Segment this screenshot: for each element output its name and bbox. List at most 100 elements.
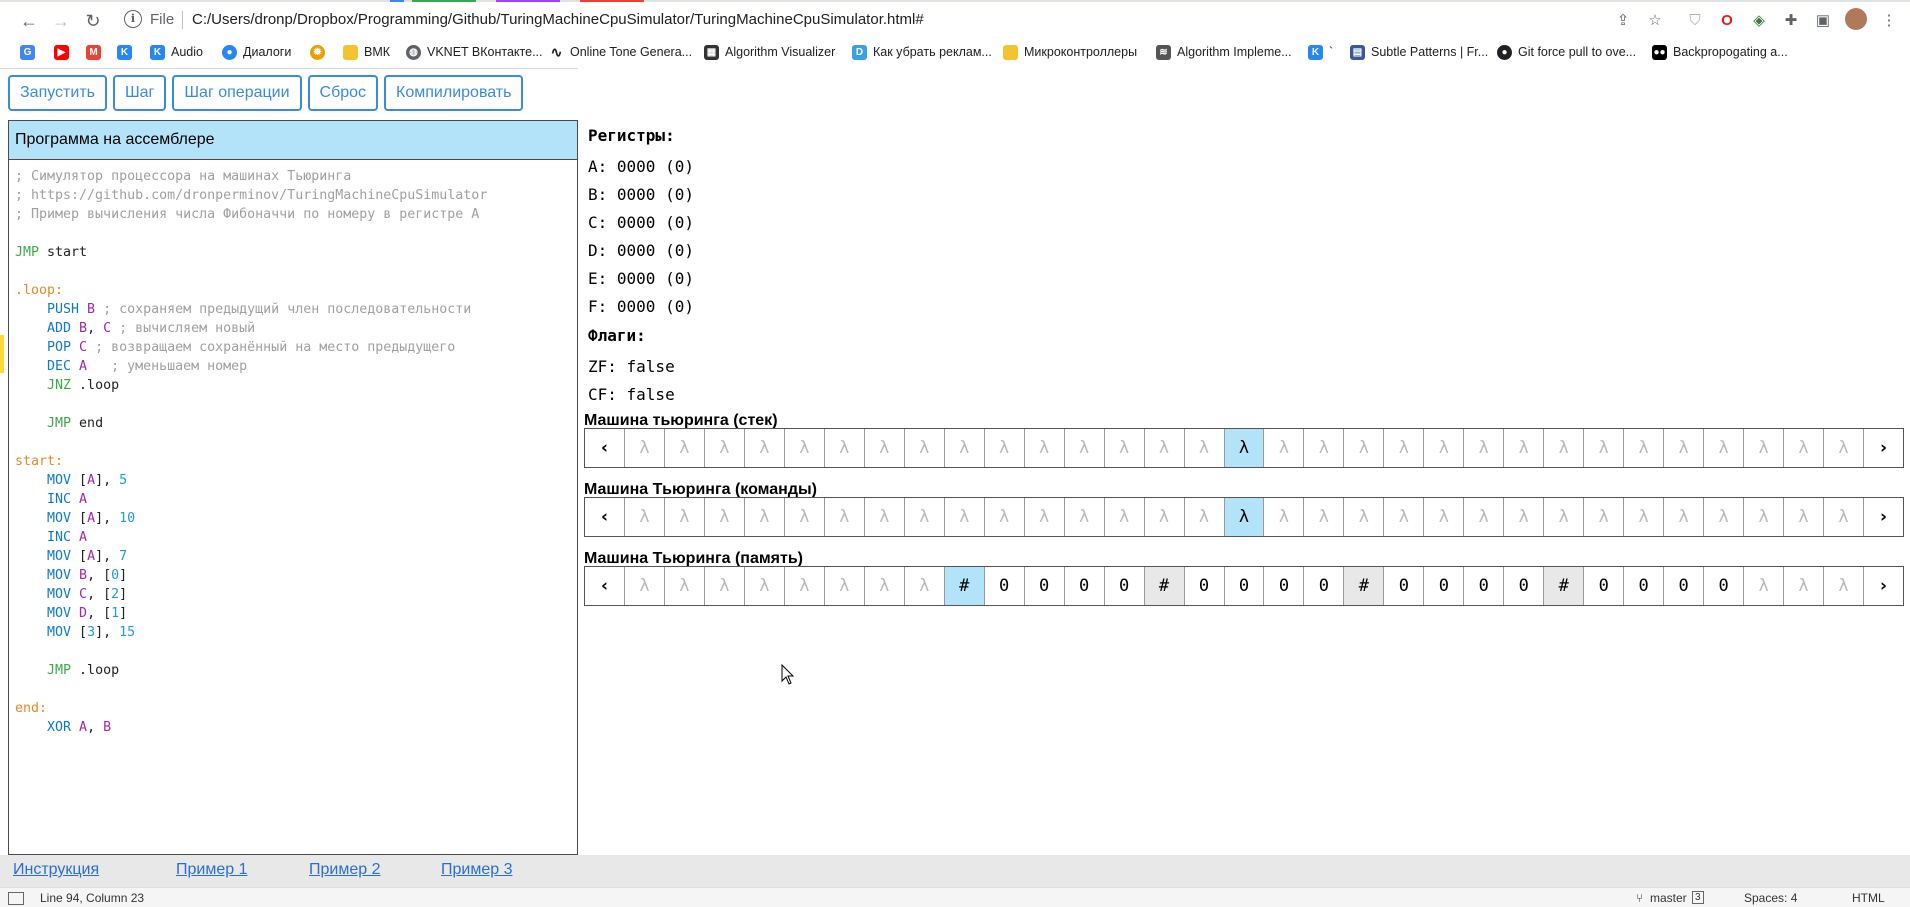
extension-icon[interactable]: ◈ xyxy=(1748,10,1770,32)
sidepanel-icon[interactable]: ▣ xyxy=(1812,10,1834,32)
tape-cell: λ xyxy=(1504,498,1545,536)
bookmark-label: Audio xyxy=(171,45,203,59)
omnibox[interactable]: i File C:/Users/dronp/Dropbox/Programmin… xyxy=(120,6,1610,34)
code-token: JNZ xyxy=(15,378,72,393)
link-example-3[interactable]: Пример 3 xyxy=(441,861,512,879)
tape-left-button[interactable]: ‹ xyxy=(585,498,625,536)
tape-cell: λ xyxy=(1464,498,1505,536)
colon: : xyxy=(597,241,617,260)
code-token: A xyxy=(71,492,88,507)
bookmark-vknet[interactable]: ◍ VKNET ВКонтакте... xyxy=(406,41,543,63)
code-line[interactable] xyxy=(15,224,487,243)
code-line[interactable]: MOV C, [2] xyxy=(15,585,487,604)
bookmark-vk-2[interactable]: K ` xyxy=(1308,41,1333,63)
code-line[interactable]: DEC A ; уменьшаем номер xyxy=(15,357,487,376)
code-line[interactable] xyxy=(15,262,487,281)
link-instruction[interactable]: Инструкция xyxy=(13,861,99,879)
avatar[interactable] xyxy=(1845,8,1867,30)
code-line[interactable]: INC A xyxy=(15,490,487,509)
code-line[interactable]: MOV [A], 5 xyxy=(15,471,487,490)
code-line[interactable]: JMP end xyxy=(15,414,487,433)
compile-button[interactable]: Компилировать xyxy=(384,75,524,111)
bookmark-backprop[interactable]: ●● Backpropogating a... xyxy=(1652,41,1788,63)
code-line[interactable]: INC A xyxy=(15,528,487,547)
bookmark-ads[interactable]: D Как убрать реклам... xyxy=(852,41,992,63)
bookmark-audio[interactable]: K Audio xyxy=(150,41,203,63)
flag-value: false xyxy=(626,385,675,404)
puzzle-icon[interactable]: ✚ xyxy=(1780,10,1802,32)
info-icon[interactable]: i xyxy=(124,10,142,28)
bookmark-gmail[interactable]: M xyxy=(86,41,107,63)
menu-icon[interactable]: ⋮ xyxy=(1878,10,1900,32)
git-branch[interactable]: master xyxy=(1650,891,1687,905)
code-line[interactable]: ; Пример вычисления числа Фибоначчи по н… xyxy=(15,205,487,224)
bookmark-vk[interactable]: K xyxy=(117,41,138,63)
code-line[interactable]: start: xyxy=(15,452,487,471)
panel-toggle-icon[interactable] xyxy=(8,892,24,905)
code-line[interactable] xyxy=(15,680,487,699)
back-icon[interactable]: ← xyxy=(18,10,40,32)
tape-cell: λ xyxy=(1064,429,1105,467)
bookmark-algo-impl[interactable]: ≋ Algorithm Impleme... xyxy=(1156,41,1292,63)
tape-left-button[interactable]: ‹ xyxy=(585,429,625,467)
code-token: D xyxy=(71,606,88,621)
register-d: D: 0000 (0) xyxy=(588,237,694,265)
tape-cell: λ xyxy=(1824,498,1864,536)
shield-icon[interactable]: ⛉ xyxy=(1684,10,1706,32)
share-icon[interactable]: ⇪ xyxy=(1612,10,1634,32)
code-token: DEC xyxy=(15,359,72,374)
reset-button[interactable]: Сброс xyxy=(307,75,379,111)
code-line[interactable]: MOV D, [1] xyxy=(15,604,487,623)
code-line[interactable]: JMP start xyxy=(15,243,487,262)
code-line[interactable]: ADD B, C ; вычисляем новый xyxy=(15,319,487,338)
code-line[interactable]: MOV [A], 7 xyxy=(15,547,487,566)
forward-icon[interactable]: → xyxy=(50,10,72,32)
code-line[interactable]: PUSH B ; сохраняем предыдущий член после… xyxy=(15,300,487,319)
language-mode[interactable]: HTML xyxy=(1852,891,1885,905)
code-line[interactable]: JNZ .loop xyxy=(15,376,487,395)
code-line[interactable] xyxy=(15,395,487,414)
tape-left-button[interactable]: ‹ xyxy=(585,567,625,605)
code-line[interactable]: JMP .loop xyxy=(15,661,487,680)
code-line[interactable] xyxy=(15,642,487,661)
bookmark-git[interactable]: ● Git force pull to ove... xyxy=(1497,41,1636,63)
link-example-1[interactable]: Пример 1 xyxy=(176,861,247,879)
code-line[interactable] xyxy=(15,433,487,452)
op-step-button[interactable]: Шаг операции xyxy=(172,75,302,111)
code-line[interactable]: POP C ; возвращаем сохранённый на место … xyxy=(15,338,487,357)
reload-icon[interactable]: ↻ xyxy=(82,10,104,32)
run-button[interactable]: Запустить xyxy=(8,75,107,111)
indentation[interactable]: Spaces: 4 xyxy=(1744,891,1797,905)
code-line[interactable]: MOV [3], 15 xyxy=(15,623,487,642)
cursor-position[interactable]: Line 94, Column 23 xyxy=(40,891,144,905)
code-token: ], xyxy=(95,511,120,526)
step-button[interactable]: Шаг xyxy=(112,75,167,111)
opera-icon[interactable]: O xyxy=(1716,10,1738,32)
code-line[interactable]: MOV B, [0] xyxy=(15,566,487,585)
bookmark-mcu[interactable]: Микроконтроллеры xyxy=(1003,41,1137,63)
tape-right-button[interactable]: › xyxy=(1864,498,1903,536)
bookmark-tone[interactable]: ∿ Online Tone Genera... xyxy=(549,41,692,63)
tape-right-button[interactable]: › xyxy=(1864,567,1903,605)
code-line[interactable]: .loop: xyxy=(15,281,487,300)
bookmark-algo-vis[interactable]: ▦ Algorithm Visualizer xyxy=(704,41,835,63)
bookmark-settings[interactable]: ✹ xyxy=(310,41,331,63)
code-area[interactable]: ; Симулятор процессора на машинах Тьюрин… xyxy=(15,167,487,737)
bookmark-dialogs[interactable]: ● Диалоги xyxy=(222,41,291,63)
tape-cell: 0 xyxy=(1384,567,1425,605)
url-text[interactable]: C:/Users/dronp/Dropbox/Programming/Githu… xyxy=(192,11,924,28)
tape-right-button[interactable]: › xyxy=(1864,429,1903,467)
bookmark-youtube[interactable]: ▶ xyxy=(54,41,75,63)
code-line[interactable]: end: xyxy=(15,699,487,718)
bookmark-subtle[interactable]: ▤ Subtle Patterns | Fr... xyxy=(1350,41,1488,63)
link-example-2[interactable]: Пример 2 xyxy=(309,861,380,879)
bookmark-vmk[interactable]: ВМК xyxy=(343,41,390,63)
code-line[interactable]: ; https://github.com/dronperminov/Turing… xyxy=(15,186,487,205)
code-token: start xyxy=(39,245,88,260)
star-icon[interactable]: ☆ xyxy=(1644,10,1666,32)
bookmark-translate[interactable]: G xyxy=(20,41,41,63)
code-line[interactable]: XOR A, B xyxy=(15,718,487,737)
code-line[interactable]: ; Симулятор процессора на машинах Тьюрин… xyxy=(15,167,487,186)
code-line[interactable]: MOV [A], 10 xyxy=(15,509,487,528)
code-editor[interactable]: Программа на ассемблере ; Симулятор проц… xyxy=(8,120,578,855)
